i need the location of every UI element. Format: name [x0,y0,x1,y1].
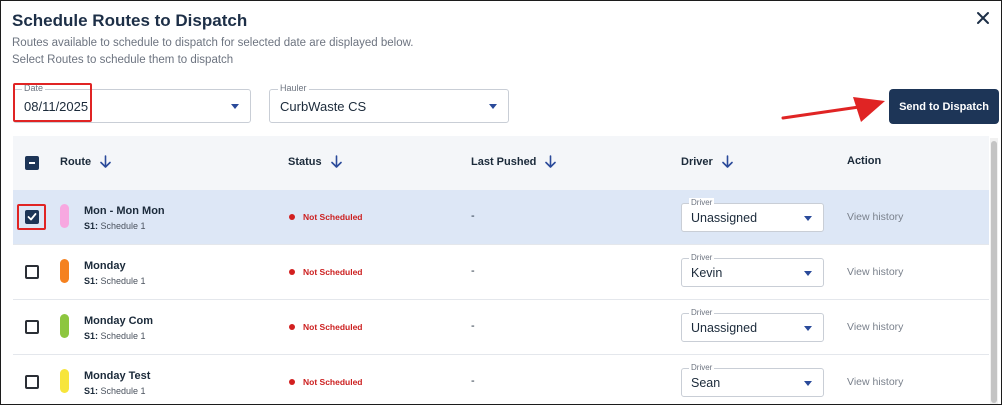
hauler-field-value: CurbWaste CS [280,99,367,114]
table-row[interactable]: Monday S1: Schedule 1 Not Scheduled - Dr… [13,245,989,300]
last-pushed-value: - [471,375,475,387]
schedule-prefix: S1: [84,331,99,341]
chevron-down-icon[interactable] [804,216,812,221]
route-name: Monday Test [84,370,151,382]
header-action-label: Action [847,155,882,167]
chevron-down-icon[interactable] [489,104,497,109]
status-badge: Not Scheduled [289,322,363,332]
row-checkbox[interactable] [25,320,39,334]
driver-select-label: Driver [689,253,715,262]
schedule-routes-dialog: Schedule Routes to Dispatch Routes avail… [0,0,1002,405]
route-schedule: S1: Schedule 1 [84,221,146,231]
status-dot-icon [289,379,295,385]
route-name: Monday Com [84,315,154,327]
header-route-label: Route [60,155,92,168]
schedule-name: Schedule 1 [100,276,146,286]
status-dot-icon [289,324,295,330]
route-schedule: S1: Schedule 1 [84,331,146,341]
view-history-link[interactable]: View history [847,321,903,333]
schedule-prefix: S1: [84,221,99,231]
driver-select-value: Kevin [691,266,723,280]
hauler-field-label: Hauler [278,83,309,93]
status-text: Not Scheduled [303,212,363,222]
schedule-prefix: S1: [84,276,99,286]
driver-select-value: Unassigned [691,211,758,225]
view-history-link[interactable]: View history [847,376,903,388]
last-pushed-value: - [471,265,475,277]
row-checkbox[interactable] [25,265,39,279]
route-schedule: S1: Schedule 1 [84,276,146,286]
hauler-field[interactable]: Hauler CurbWaste CS [269,83,509,123]
driver-select[interactable]: Driver Sean [681,363,824,397]
header-last-pushed[interactable]: Last Pushed [471,155,557,168]
header-route[interactable]: Route [60,155,111,168]
annotation-arrow-icon [781,97,885,122]
dialog-title: Schedule Routes to Dispatch [12,11,248,30]
view-history-link[interactable]: View history [847,266,903,278]
driver-select-label: Driver [689,198,715,207]
schedule-name: Schedule 1 [100,221,146,231]
status-text: Not Scheduled [303,322,363,332]
driver-select[interactable]: Driver Kevin [681,253,824,287]
last-pushed-value: - [471,210,475,222]
route-name: Monday [84,260,126,272]
status-text: Not Scheduled [303,377,363,387]
arrow-down-icon[interactable] [545,155,557,168]
route-color-pill [60,314,69,338]
checkbox-annotation-box [17,204,46,230]
last-pushed-value: - [471,320,475,332]
driver-select-value: Sean [691,376,721,390]
schedule-prefix: S1: [84,386,99,396]
table-row[interactable]: Monday Com S1: Schedule 1 Not Scheduled … [13,300,989,355]
header-status[interactable]: Status [288,155,342,168]
route-name: Mon - Mon Mon [84,205,165,217]
header-driver-label: Driver [681,155,713,168]
table-header: Route Status Last Pushed Driver Action [13,136,989,190]
scrollbar-thumb[interactable] [991,141,997,403]
chevron-down-icon[interactable] [804,381,812,386]
header-action: Action [847,155,881,167]
driver-select[interactable]: Driver Unassigned [681,198,824,232]
arrow-down-icon[interactable] [330,155,342,168]
route-color-pill [60,369,69,393]
status-badge: Not Scheduled [289,212,363,222]
status-dot-icon [289,269,295,275]
date-annotation-box [13,83,92,122]
minus-icon [29,162,35,164]
close-icon[interactable] [975,10,991,26]
route-color-pill [60,204,69,228]
dialog-subtitle-line2: Select Routes to schedule them to dispat… [12,54,234,66]
chevron-down-icon[interactable] [804,271,812,276]
status-dot-icon [289,214,295,220]
driver-select-label: Driver [689,363,715,372]
schedule-name: Schedule 1 [100,386,146,396]
select-all-checkbox[interactable] [25,156,39,170]
table-row[interactable]: Mon - Mon Mon S1: Schedule 1 Not Schedul… [13,190,989,245]
table-row[interactable]: Monday Test S1: Schedule 1 Not Scheduled… [13,355,989,404]
driver-select-label: Driver [689,308,715,317]
header-status-label: Status [288,155,322,168]
arrow-down-icon[interactable] [721,155,733,168]
header-driver[interactable]: Driver [681,155,733,168]
status-badge: Not Scheduled [289,377,363,387]
schedule-name: Schedule 1 [100,331,146,341]
route-schedule: S1: Schedule 1 [84,386,146,396]
driver-select[interactable]: Driver Unassigned [681,308,824,342]
status-text: Not Scheduled [303,267,363,277]
route-color-pill [60,259,69,283]
status-badge: Not Scheduled [289,267,363,277]
send-to-dispatch-button[interactable]: Send to Dispatch [889,89,999,124]
routes-table: Route Status Last Pushed Driver Action M… [13,136,989,404]
driver-select-value: Unassigned [691,321,758,335]
row-checkbox[interactable] [25,375,39,389]
arrow-down-icon[interactable] [100,155,111,168]
header-last-pushed-label: Last Pushed [471,155,537,168]
view-history-link[interactable]: View history [847,211,903,223]
chevron-down-icon[interactable] [231,104,239,109]
dialog-subtitle-line1: Routes available to schedule to dispatch… [12,37,414,49]
chevron-down-icon[interactable] [804,326,812,331]
